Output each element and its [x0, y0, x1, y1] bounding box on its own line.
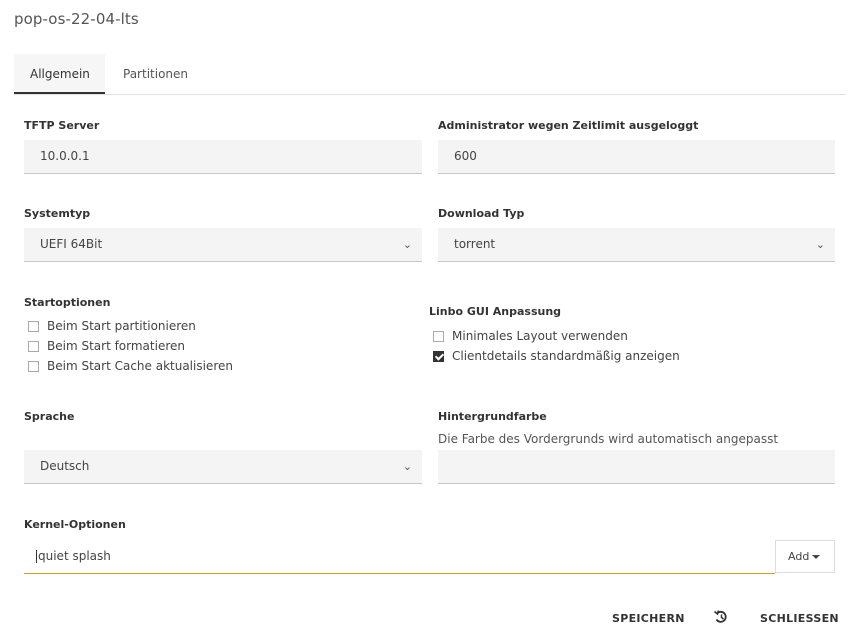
checkbox-cache-aktualisieren[interactable]: [28, 360, 39, 372]
hintergrundfarbe-label: Hintergrundfarbe: [438, 410, 547, 423]
download-typ-label: Download Typ: [438, 207, 525, 220]
text-cursor: [36, 550, 37, 563]
checkbox-partitionieren[interactable]: [28, 320, 39, 332]
tftp-server-label: TFTP Server: [24, 119, 100, 132]
tab-partitionen[interactable]: Partitionen: [107, 54, 207, 94]
tab-bar: Allgemein Partitionen: [14, 54, 846, 95]
systemtyp-label: Systemtyp: [24, 207, 91, 220]
download-typ-select[interactable]: torrent ⌄: [438, 228, 835, 262]
checkbox-row[interactable]: Minimales Layout verwenden: [433, 328, 628, 344]
admin-timeout-value: 600: [454, 149, 477, 163]
linbo-gui-label: Linbo GUI Anpassung: [429, 305, 562, 318]
checkbox-row[interactable]: Beim Start partitionieren: [28, 318, 196, 334]
linbo-gui-group: Minimales Layout verwenden Clientdetails…: [433, 328, 833, 368]
hintergrundfarbe-input[interactable]: [438, 450, 835, 484]
kernel-optionen-input[interactable]: quiet splash: [24, 540, 775, 574]
checkbox-label: Beim Start Cache aktualisieren: [47, 359, 233, 373]
checkbox-label: Beim Start formatieren: [47, 339, 185, 353]
download-typ-value: torrent: [454, 237, 496, 251]
kernel-optionen-label: Kernel-Optionen: [24, 518, 126, 531]
checkbox-formatieren[interactable]: [28, 340, 39, 352]
history-icon[interactable]: [712, 608, 730, 626]
checkbox-minimales-layout[interactable]: [433, 330, 444, 342]
checkbox-row[interactable]: Beim Start Cache aktualisieren: [28, 358, 233, 374]
startoptionen-group: Beim Start partitionieren Beim Start for…: [28, 318, 408, 378]
save-button[interactable]: SPEICHERN: [612, 612, 685, 625]
checkbox-row[interactable]: Beim Start formatieren: [28, 338, 185, 354]
checkbox-label: Clientdetails standardmäßig anzeigen: [452, 349, 680, 363]
close-button[interactable]: SCHLIESSEN: [760, 612, 839, 625]
systemtyp-select[interactable]: UEFI 64Bit ⌄: [24, 228, 422, 262]
admin-timeout-input[interactable]: 600: [438, 140, 835, 174]
sprache-select[interactable]: Deutsch ⌄: [24, 450, 422, 484]
add-label: Add: [788, 550, 810, 563]
chevron-down-icon: ⌄: [402, 460, 412, 473]
caret-down-icon: [812, 555, 821, 559]
checkbox-row[interactable]: Clientdetails standardmäßig anzeigen: [433, 348, 680, 364]
tftp-server-input[interactable]: 10.0.0.1: [24, 140, 422, 174]
tftp-server-value: 10.0.0.1: [40, 149, 90, 163]
checkbox-label: Minimales Layout verwenden: [452, 329, 628, 343]
startoptionen-label: Startoptionen: [24, 296, 111, 309]
sprache-value: Deutsch: [40, 459, 90, 473]
tab-allgemein[interactable]: Allgemein: [14, 54, 105, 94]
checkbox-clientdetails[interactable]: [433, 350, 444, 362]
chevron-down-icon: ⌄: [815, 238, 825, 251]
page-title: pop-os-22-04-lts: [14, 10, 139, 28]
admin-timeout-label: Administrator wegen Zeitlimit ausgeloggt: [438, 119, 699, 132]
systemtyp-value: UEFI 64Bit: [40, 237, 103, 251]
hintergrundfarbe-hint: Die Farbe des Vordergrunds wird automati…: [438, 432, 779, 446]
sprache-label: Sprache: [24, 410, 75, 423]
kernel-optionen-value: quiet splash: [38, 549, 111, 563]
chevron-down-icon: ⌄: [402, 238, 412, 251]
checkbox-label: Beim Start partitionieren: [47, 319, 196, 333]
add-dropdown-button[interactable]: Add: [775, 540, 835, 573]
